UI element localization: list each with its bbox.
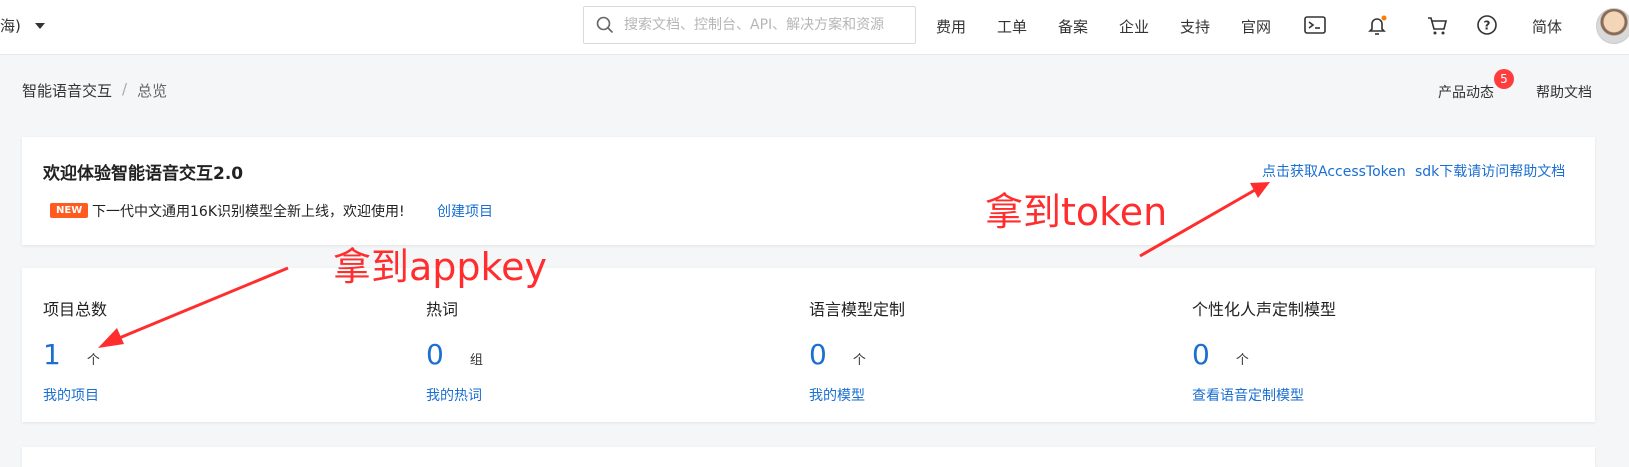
stat-unit: 个 (86, 353, 100, 368)
cart-icon[interactable] (1424, 12, 1450, 38)
breadcrumb: 智能语音交互 / 总览 (22, 80, 167, 101)
nav-tickets[interactable]: 工单 (997, 16, 1027, 37)
my-projects-link[interactable]: 我的项目 (43, 385, 107, 405)
get-access-token-link[interactable]: 点击获取AccessToken (1262, 161, 1406, 181)
product-news-badge: 5 (1494, 69, 1514, 89)
sdk-download-link[interactable]: sdk下载请访问帮助文档 (1415, 161, 1565, 181)
stat-title: 热词 (426, 300, 459, 319)
region-selector[interactable]: 海) (0, 15, 45, 36)
user-avatar[interactable] (1596, 8, 1629, 44)
help-icon[interactable]: ? (1474, 12, 1500, 38)
breadcrumb-current: 总览 (137, 82, 168, 100)
nav-support[interactable]: 支持 (1180, 16, 1210, 37)
my-hotwords-link[interactable]: 我的热词 (426, 385, 483, 405)
chevron-down-icon (34, 22, 45, 29)
stat-value: 0 (1192, 338, 1210, 371)
region-label: 海) (0, 17, 21, 35)
search-input[interactable] (622, 16, 906, 34)
stat-unit: 个 (1235, 353, 1249, 368)
create-project-link[interactable]: 创建项目 (437, 201, 493, 221)
stat-title: 语言模型定制 (809, 300, 906, 319)
welcome-card: 欢迎体验智能语音交互2.0 NEW 下一代中文通用16K识别模型全新上线，欢迎使… (22, 137, 1595, 245)
stat-title: 项目总数 (43, 300, 108, 319)
search-icon (596, 16, 614, 34)
stats-card: 项目总数 1 个 我的项目 热词 0 组 我的热词 语言模型定制 0 个 我的模… (22, 268, 1595, 422)
annotation-token: 拿到token (985, 190, 1168, 234)
language-switch[interactable]: 简体 (1532, 16, 1562, 37)
my-models-link[interactable]: 我的模型 (809, 385, 905, 405)
nav-official-site[interactable]: 官网 (1241, 16, 1271, 37)
annotation-appkey: 拿到appkey (333, 245, 548, 289)
welcome-title: 欢迎体验智能语音交互2.0 (43, 164, 244, 184)
breadcrumb-separator: / (122, 80, 128, 98)
search-box[interactable] (583, 6, 916, 44)
breadcrumb-root[interactable]: 智能语音交互 (22, 80, 112, 101)
stat-language-model: 语言模型定制 0 个 我的模型 (809, 296, 905, 405)
product-news-link[interactable]: 产品动态 (1438, 82, 1494, 102)
stat-value: 0 (426, 338, 444, 371)
nav-enterprise[interactable]: 企业 (1119, 16, 1149, 37)
new-badge: NEW (50, 203, 89, 218)
stat-unit: 组 (469, 353, 483, 368)
view-voice-models-link[interactable]: 查看语音定制模型 (1192, 385, 1336, 405)
bell-icon[interactable] (1364, 12, 1390, 38)
stat-value: 1 (43, 338, 61, 371)
nav-filing[interactable]: 备案 (1058, 16, 1088, 37)
notice-text: 下一代中文通用16K识别模型全新上线，欢迎使用! (92, 204, 405, 220)
stat-project-count: 项目总数 1 个 我的项目 (43, 296, 107, 405)
help-docs-link[interactable]: 帮助文档 (1536, 82, 1592, 102)
top-navigation-bar: 海) 费用 工单 备案 企业 支持 官网 (0, 0, 1629, 55)
stat-title: 个性化人声定制模型 (1192, 300, 1337, 319)
svg-text:?: ? (1484, 19, 1491, 33)
stat-hotwords: 热词 0 组 我的热词 (426, 296, 483, 405)
stat-unit: 个 (852, 353, 866, 368)
nav-fees[interactable]: 费用 (936, 16, 966, 37)
terminal-icon[interactable] (1302, 12, 1328, 38)
stat-voice-model: 个性化人声定制模型 0 个 查看语音定制模型 (1192, 296, 1336, 405)
next-card (22, 447, 1595, 467)
stat-value: 0 (809, 338, 827, 371)
